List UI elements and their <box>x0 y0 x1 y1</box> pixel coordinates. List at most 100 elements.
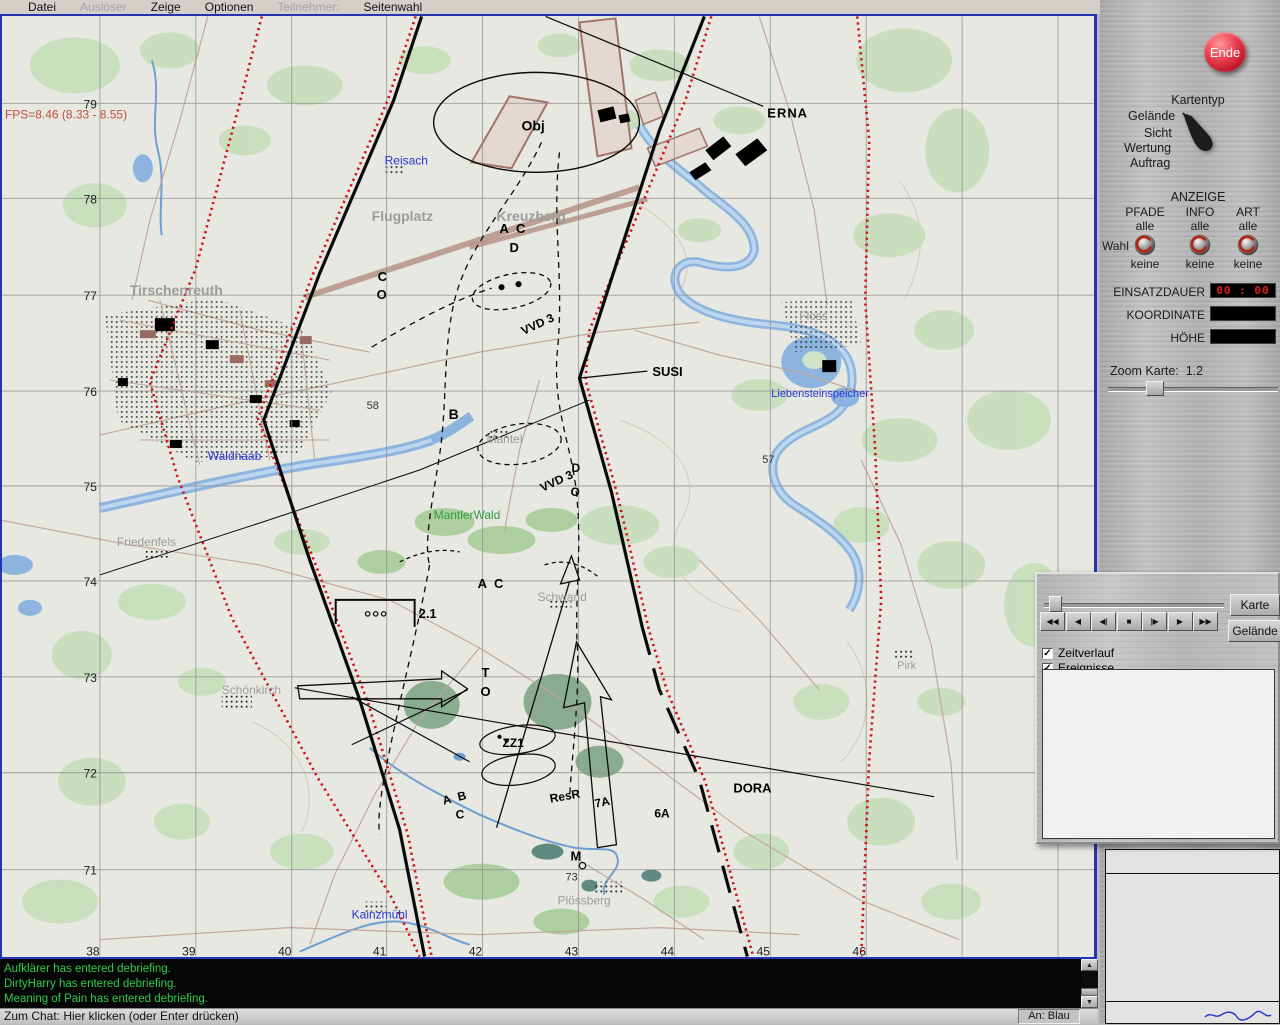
place-schwand: Schwand <box>538 590 587 604</box>
chat-prompt[interactable]: Zum Chat: Hier klicken (oder Enter drück… <box>4 1009 239 1023</box>
kartentyp-option-auftrag[interactable]: Auftrag <box>1130 156 1170 170</box>
label-c-south: C <box>456 808 465 822</box>
grid-y-label: 78 <box>84 192 98 206</box>
kartentyp-option-sicht[interactable]: Sicht <box>1144 126 1172 140</box>
pfade-alle-label: alle <box>1117 219 1173 233</box>
spot-57: 57 <box>762 454 774 466</box>
menu-teilnehmer: Teilnehmer: <box>277 0 339 14</box>
grid-x-label: 46 <box>853 945 867 957</box>
zoom-slider-thumb[interactable] <box>1146 381 1164 396</box>
stop-button[interactable]: ■ <box>1117 612 1142 631</box>
spot-73: 73 <box>565 872 577 884</box>
zoom-karte-label: Zoom Karte: <box>1110 364 1179 378</box>
label-b: B <box>449 406 459 422</box>
phase-label-susi: SUSI <box>652 364 682 379</box>
status-bar: Zum Chat: Hier klicken (oder Enter drück… <box>0 1008 1098 1024</box>
kartentyp-title: Kartentyp <box>1158 93 1238 107</box>
grid-x-label: 41 <box>373 945 387 957</box>
kartentyp-option-wertung[interactable]: Wertung <box>1124 141 1171 155</box>
label-obj: Obj <box>522 117 545 133</box>
play-button[interactable]: ▶ <box>1168 612 1193 631</box>
skip-back-button[interactable]: ◀◀ <box>1040 612 1065 631</box>
zeitverlauf-checkbox[interactable] <box>1042 648 1053 659</box>
label-ac-mid: A C <box>478 576 506 591</box>
label-o-west: O <box>377 287 387 302</box>
timeline-slider-track[interactable] <box>1044 603 1224 608</box>
grid-y-label: 76 <box>84 385 98 399</box>
place-friedenfels: Friedenfels <box>117 535 176 549</box>
grid-y-label: 75 <box>84 480 98 494</box>
spot-58: 58 <box>367 400 379 412</box>
place-reisach: Reisach <box>385 153 428 167</box>
chat-message: Aufklärer has entered debriefing. <box>4 962 1081 977</box>
phase-label-dora: DORA <box>733 781 772 796</box>
place-mantel: Mantel <box>487 432 523 446</box>
hoehe-label: HÖHE <box>1100 331 1205 345</box>
menu-ausloeser: Auslöser <box>80 0 127 14</box>
fast-forward-button[interactable]: ▶▶ <box>1193 612 1218 631</box>
label-o-south: O <box>481 684 491 699</box>
recipient-selector[interactable]: An: Blau <box>1018 1009 1080 1024</box>
art-knob-icon[interactable] <box>1237 234 1259 256</box>
art-keine-label: keine <box>1220 257 1276 271</box>
pfade-keine-label: keine <box>1117 257 1173 271</box>
menu-datei[interactable]: Datei <box>28 0 56 14</box>
scrollbar-track[interactable] <box>1081 971 1098 996</box>
menu-zeige[interactable]: Zeige <box>151 0 181 14</box>
kartentyp-option-gelaende[interactable]: Gelände <box>1128 109 1175 123</box>
map-window: 79 78 77 76 75 74 73 72 71 38 39 40 41 4… <box>0 14 1097 959</box>
art-alle-label: alle <box>1220 219 1276 233</box>
anzeige-title: ANZEIGE <box>1100 190 1280 204</box>
gelaende-button[interactable]: Gelände <box>1228 620 1280 642</box>
grid-x-label: 43 <box>565 945 579 957</box>
reverse-button[interactable]: ◀ <box>1066 612 1091 631</box>
scrollbar-thumb[interactable] <box>1081 988 1098 996</box>
label-o-mid: O <box>570 485 579 499</box>
place-mantlerwald: MantlerWald <box>434 508 501 522</box>
label-zz1: ZZ1 <box>503 736 525 750</box>
label-6a: 6A <box>654 807 670 821</box>
chat-message: Meaning of Pain has entered debriefing. <box>4 992 1081 1007</box>
zoom-slider-track[interactable] <box>1108 387 1278 392</box>
einsatzdauer-display: 00 : 00 <box>1210 283 1276 298</box>
kartentyp-pointer-knob-icon[interactable] <box>1180 110 1218 154</box>
pfade-knob-icon[interactable] <box>1134 234 1156 256</box>
place-waldnaab: Waldnaab <box>208 449 262 463</box>
chat-log[interactable]: Aufklärer has entered debriefing. DirtyH… <box>0 959 1081 1008</box>
scroll-up-button[interactable] <box>1081 959 1098 971</box>
label-ac-north: A C <box>500 221 528 236</box>
place-floss: Floss <box>799 309 828 323</box>
label-c-west: C <box>378 269 388 284</box>
event-listbox[interactable] <box>1042 669 1275 839</box>
fps-readout: FPS=8.46 (8.33 - 8.55) <box>5 107 127 121</box>
map-canvas[interactable]: 79 78 77 76 75 74 73 72 71 38 39 40 41 4… <box>2 16 1094 957</box>
chat-scrollbar[interactable] <box>1081 959 1098 1008</box>
koordinate-label: KOORDINATE <box>1100 308 1205 322</box>
place-tirschenreuth: Tirschenreuth <box>130 282 223 298</box>
menu-seitenwahl[interactable]: Seitenwahl <box>363 0 422 14</box>
grid-x-label: 45 <box>757 945 771 957</box>
note-window-input[interactable] <box>1106 1001 1279 1025</box>
label-t-south: T <box>482 665 490 680</box>
koordinate-display <box>1210 306 1276 321</box>
phase-label-erna: ERNA <box>767 105 808 120</box>
menu-optionen[interactable]: Optionen <box>205 0 254 14</box>
scroll-down-button[interactable] <box>1081 996 1098 1008</box>
ende-button[interactable]: Ende <box>1204 32 1246 72</box>
zoom-karte-value: 1.2 <box>1186 364 1203 378</box>
step-back-button[interactable]: ◀| <box>1091 612 1116 631</box>
grid-y-label: 73 <box>84 671 98 685</box>
pfade-label: PFADE <box>1117 206 1173 219</box>
menu-bar: Datei Auslöser Zeige Optionen Teilnehmer… <box>0 0 1128 14</box>
karte-button[interactable]: Karte <box>1230 594 1280 616</box>
grid-y-label: 74 <box>84 575 98 589</box>
info-knob-icon[interactable] <box>1189 234 1211 256</box>
handwritten-note-icon <box>1203 1007 1273 1023</box>
place-pirk: Pirk <box>897 660 916 672</box>
chat-message: DirtyHarry has entered debriefing. <box>4 977 1081 992</box>
einsatzdauer-label: EINSATZDAUER <box>1100 285 1205 299</box>
note-window[interactable] <box>1105 849 1280 1024</box>
step-forward-button[interactable]: |▶ <box>1142 612 1167 631</box>
vcr-controls: ◀◀ ◀ ◀| ■ |▶ ▶ ▶▶ <box>1040 612 1219 631</box>
timeline-slider-thumb[interactable] <box>1049 596 1062 612</box>
